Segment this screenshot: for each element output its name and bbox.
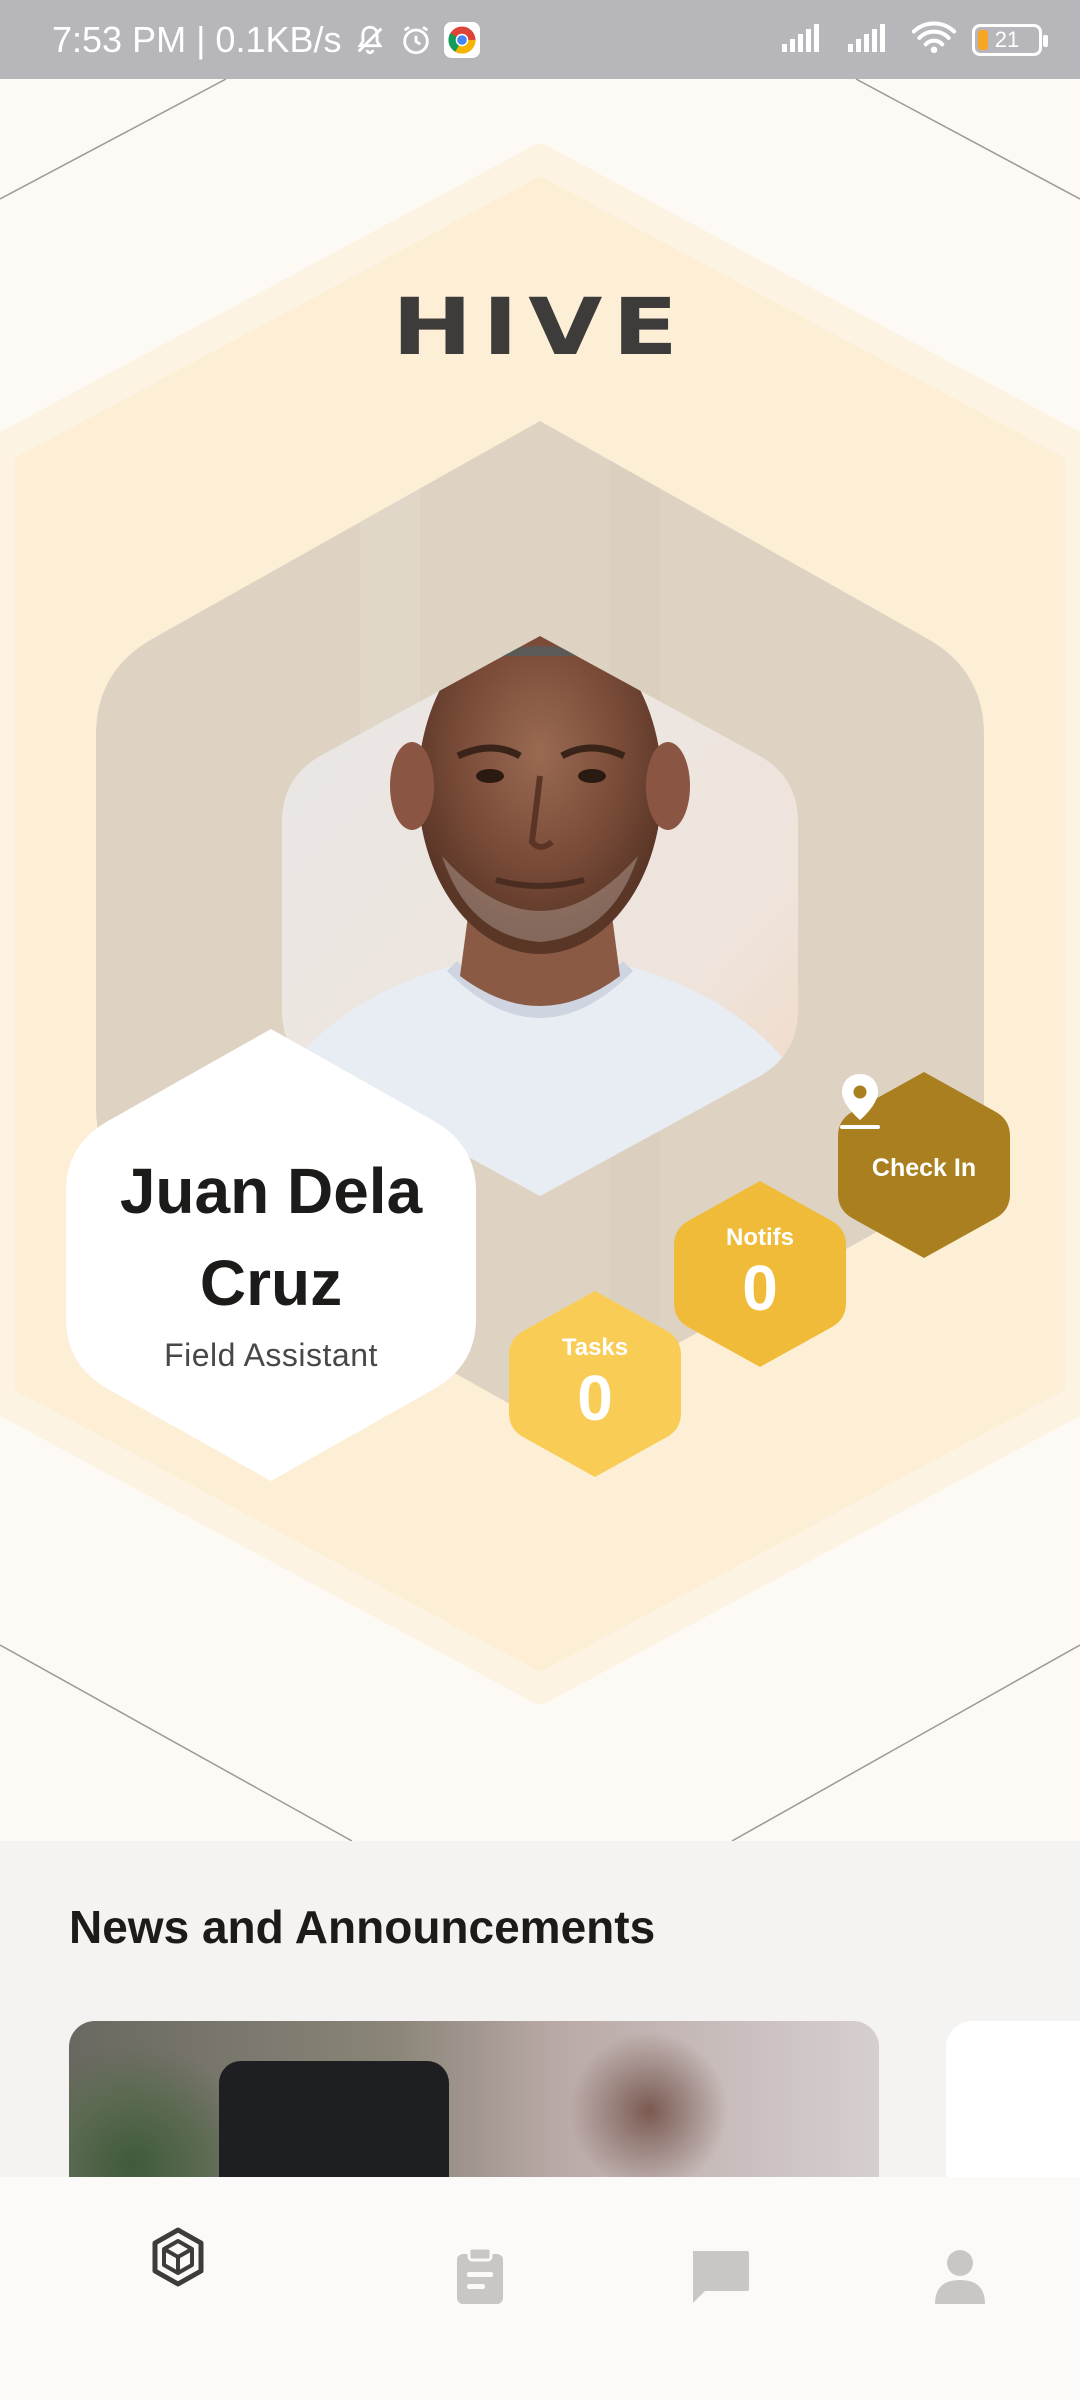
signal-icon	[780, 20, 830, 59]
status-right: 21	[780, 0, 1048, 79]
status-bar: 7:53 PM | 0.1KB/s 21	[0, 0, 1080, 79]
nav-home[interactable]	[133, 2219, 223, 2299]
battery-icon: 21	[972, 23, 1048, 56]
notifs-label: Notifs	[726, 1224, 794, 1251]
signal-icon	[846, 20, 896, 59]
chrome-icon	[443, 21, 480, 58]
tasks-label: Tasks	[561, 1334, 629, 1361]
hero-section: HIVE Juan Dela Cruz Field Assistant Chec…	[0, 79, 1080, 1841]
hive-home-icon	[148, 2227, 208, 2292]
notifs-badge[interactable]: Notifs 0	[674, 1181, 846, 1367]
status-left: 7:53 PM | 0.1KB/s	[52, 0, 480, 79]
profile-name: Juan Dela Cruz	[119, 1154, 423, 1319]
profile-role: Field Assistant	[164, 1336, 378, 1373]
wifi-icon	[911, 20, 957, 59]
profile-card: Juan Dela Cruz Field Assistant	[66, 1029, 476, 1481]
clipboard-icon	[455, 2246, 505, 2311]
bottom-navigation	[0, 2177, 1080, 2400]
notifs-count: 0	[742, 1252, 778, 1324]
chat-icon	[689, 2249, 751, 2310]
check-in-button[interactable]: Check In	[838, 1072, 1010, 1258]
alarm-icon	[398, 22, 434, 58]
tasks-count: 0	[577, 1362, 613, 1434]
person-icon	[933, 2248, 987, 2311]
nav-tasks[interactable]	[435, 2239, 525, 2319]
nav-messages[interactable]	[675, 2239, 765, 2319]
mute-bell-icon	[352, 22, 388, 58]
nav-profile[interactable]	[915, 2239, 1005, 2319]
check-in-label: Check In	[871, 1153, 977, 1182]
news-section-title: News and Announcements	[69, 1901, 656, 1953]
tasks-badge[interactable]: Tasks 0	[509, 1291, 681, 1477]
status-time: 7:53 PM | 0.1KB/s	[52, 18, 342, 60]
battery-level: 21	[994, 26, 1020, 52]
app-logo: HIVE	[392, 281, 688, 373]
